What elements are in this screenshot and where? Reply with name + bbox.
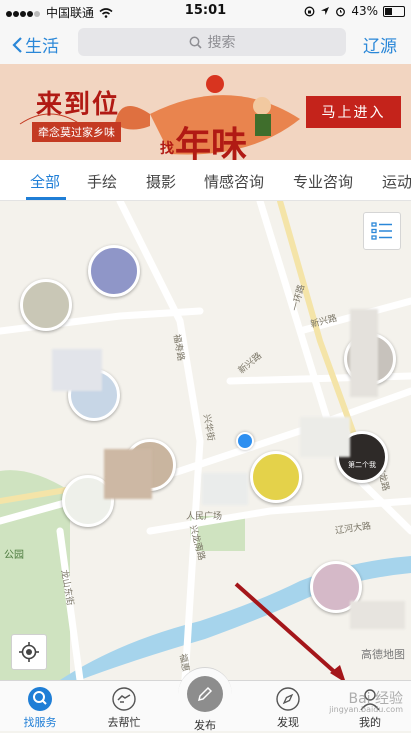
- publish-button[interactable]: [178, 667, 232, 722]
- battery-percent: 43%: [351, 4, 378, 18]
- list-view-button[interactable]: [363, 212, 401, 250]
- tab-professional-consulting[interactable]: 专业咨询: [293, 171, 353, 192]
- status-bar: 中国联通 15:01 43%: [0, 0, 411, 22]
- banner-year-taste: 年味: [175, 124, 248, 160]
- search-icon: [189, 36, 202, 49]
- active-tab-indicator: [26, 197, 66, 200]
- map-provider-logo: 高德地图: [361, 648, 405, 661]
- city-selector[interactable]: 辽源: [363, 32, 397, 57]
- chevron-left-icon: [12, 36, 22, 53]
- back-button[interactable]: 生活: [12, 32, 59, 57]
- list-icon: [371, 222, 392, 240]
- battery-fill: [385, 7, 393, 15]
- handshake-icon: [110, 685, 138, 713]
- battery-icon: [383, 5, 405, 17]
- promo-banner[interactable]: 来到位 牵念莫过家乡味 找 年味 马上进入: [0, 64, 411, 160]
- watermark-url: jingyan.baidu.com: [329, 705, 403, 714]
- rotation-lock-icon: [304, 6, 315, 16]
- banner-subtitle: 牵念莫过家乡味: [32, 122, 121, 142]
- locate-me-button[interactable]: [11, 634, 47, 670]
- banner-title: 来到位: [36, 90, 121, 120]
- tab-photography[interactable]: 摄影: [146, 171, 176, 192]
- status-right: 43%: [304, 4, 405, 18]
- tab-discover[interactable]: 发现: [258, 685, 318, 730]
- location-arrow-icon: [321, 7, 330, 15]
- tab-label: 去帮忙: [107, 716, 141, 729]
- tab-sports[interactable]: 运动: [382, 171, 411, 192]
- banner-find: 找: [160, 141, 174, 157]
- back-label: 生活: [25, 37, 59, 57]
- map-view[interactable]: 一环路 新兴路 新兴路 福寿路 兴华街 兴龙路 辽河大路 人民广场 兴龙南路 龙…: [0, 201, 411, 680]
- locate-icon: [19, 642, 39, 662]
- tab-label: 我的: [359, 716, 381, 729]
- navigation-bar: 生活 搜索 辽源: [0, 22, 411, 64]
- publish-label: 发布: [194, 719, 216, 732]
- tab-find-service[interactable]: 找服务: [10, 685, 70, 730]
- alarm-icon: [336, 7, 346, 16]
- tab-label: 找服务: [23, 716, 57, 729]
- enter-now-button[interactable]: 马上进入: [306, 96, 401, 128]
- search-placeholder: 搜索: [207, 35, 236, 51]
- pencil-icon: [187, 676, 223, 712]
- tab-handdrawn[interactable]: 手绘: [87, 171, 117, 192]
- category-tabs: 全部 手绘 摄影 情感咨询 专业咨询 运动: [0, 160, 411, 201]
- tab-label: 发现: [277, 716, 299, 729]
- tab-help[interactable]: 去帮忙: [94, 685, 154, 730]
- find-service-icon: [26, 685, 54, 713]
- tab-all[interactable]: 全部: [30, 171, 60, 192]
- annotation-arrow: [234, 582, 345, 680]
- compass-icon: [274, 685, 302, 713]
- tab-emotional-counseling[interactable]: 情感咨询: [204, 171, 264, 192]
- search-bar[interactable]: 搜索: [78, 28, 346, 56]
